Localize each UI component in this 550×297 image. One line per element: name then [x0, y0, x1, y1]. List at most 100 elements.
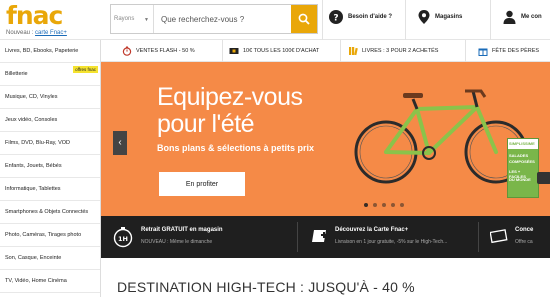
sidebar-item-label: TV, Vidéo, Home Cinéma: [5, 278, 67, 284]
bicycle-image: [354, 89, 528, 184]
services-bar: 1H Retrait GRATUIT en magasin NOUVEAU : …: [101, 216, 550, 258]
category-sidebar: Livres, BD, Ebooks, Papeterie Billetteri…: [0, 40, 101, 297]
site-header: fnac Nouveau : carte Fnac+ Rayons ▼ ? Be…: [0, 0, 550, 40]
hero-title-line: Equipez-vous: [157, 83, 303, 111]
header-divider: [322, 0, 323, 40]
header-divider: [405, 0, 406, 40]
sidebar-item-label: Photo, Caméras, Tirages photo: [5, 232, 82, 238]
en-profiter-button[interactable]: En profiter: [159, 172, 245, 196]
service-title: Découvrez la Carte Fnac+: [335, 227, 409, 233]
voucher-icon: [229, 48, 239, 54]
hero-title: Equipez-vous pour l'été: [157, 83, 303, 138]
sidebar-item-smartphones[interactable]: Smartphones & Objets Connectés: [0, 201, 100, 224]
ticket-icon: [490, 229, 508, 244]
carousel-dot[interactable]: [382, 203, 386, 207]
sidebar-item-label: Livres, BD, Ebooks, Papeterie: [5, 48, 79, 54]
help-icon: ?: [329, 10, 343, 24]
carousel-prev-button[interactable]: ‹: [113, 131, 127, 155]
promo-divider: [340, 40, 341, 62]
logo-wordmark: fnac: [6, 1, 63, 30]
offers-badge[interactable]: offres fnac: [73, 66, 98, 73]
svg-text:?: ?: [333, 14, 338, 24]
promo-flash-sales[interactable]: VENTES FLASH - 50 %: [122, 40, 195, 62]
book-text: SIMPLISSIME: [509, 141, 535, 146]
promo-label: VENTES FLASH - 50 %: [136, 48, 195, 54]
service-divider: [297, 222, 298, 252]
search-icon: [298, 13, 310, 25]
promo-fathers-day[interactable]: FÊTE DES PÈRES: [478, 40, 539, 62]
sidebar-item-label: Musique, CD, Vinyles: [5, 94, 58, 100]
hero-banner[interactable]: ‹ Equipez-vous pour l'été Bons plans & s…: [101, 62, 550, 216]
account-label: Me con: [521, 14, 542, 20]
user-icon: [503, 10, 516, 24]
account-link[interactable]: Me con: [503, 10, 542, 24]
promo-divider: [222, 40, 223, 62]
carousel-dot[interactable]: [391, 203, 395, 207]
promo-label: LIVRES : 3 POUR 2 ACHETÉS: [362, 48, 439, 54]
service-icon-text: 1H: [118, 235, 128, 243]
sidebar-item-tv[interactable]: TV, Vidéo, Home Cinéma: [0, 270, 100, 293]
sidebar-item-photo[interactable]: Photo, Caméras, Tirages photo: [0, 224, 100, 247]
sidebar-item-label: Son, Casque, Enceinte: [5, 255, 62, 261]
service-desc: Offre ca: [515, 239, 533, 245]
sidebar-item-label: Films, DVD, Blu-Ray, VOD: [5, 140, 70, 146]
service-title: Retrait GRATUIT en magasin: [141, 227, 223, 233]
help-link[interactable]: ? Besoin d'aide ?: [329, 10, 392, 24]
camera-image: [537, 172, 550, 184]
gift-icon: [478, 48, 488, 56]
books-icon: [349, 47, 358, 56]
sidebar-item-games[interactable]: Jeux vidéo, Consoles: [0, 109, 100, 132]
fnac-logo[interactable]: fnac Nouveau : carte Fnac+: [4, 1, 84, 39]
logo-sub-text: Nouveau :: [6, 30, 34, 36]
promo-label: FÊTE DES PÈRES: [492, 48, 540, 54]
carousel-dot[interactable]: [364, 203, 368, 207]
hero-title-line: pour l'été: [157, 110, 255, 138]
promo-divider: [465, 40, 466, 62]
search-category-select[interactable]: Rayons ▼: [111, 5, 153, 33]
service-desc: Livraison en 1 jour gratuite, -5% sur le…: [335, 239, 448, 245]
stopwatch-icon: [122, 46, 132, 56]
sidebar-item-films[interactable]: Films, DVD, Blu-Ray, VOD: [0, 132, 100, 155]
promo-label: 10€ TOUS LES 100€ D'ACHAT: [243, 48, 320, 54]
sidebar-item-label: Billetterie: [5, 71, 28, 77]
header-divider: [490, 0, 491, 40]
stores-label: Magasins: [435, 14, 463, 20]
sidebar-item-label: Informatique, Tablettes: [5, 186, 61, 192]
hero-subtitle: Bons plans & sélections à petits prix: [157, 143, 315, 153]
sidebar-item-books[interactable]: Livres, BD, Ebooks, Papeterie: [0, 40, 100, 63]
service-fnac-card[interactable]: Découvrez la Carte Fnac+ Livraison en 1 …: [299, 216, 477, 258]
sidebar-item-label: Smartphones & Objets Connectés: [5, 209, 89, 215]
carousel-dots: [364, 203, 404, 207]
cookbook-image: SIMPLISSIME SALADES COMPOSÉES LES + FACI…: [507, 138, 539, 198]
search-category-label: Rayons: [114, 16, 135, 22]
search-button[interactable]: [291, 5, 317, 33]
promo-voucher[interactable]: 10€ TOUS LES 100€ D'ACHAT: [229, 40, 319, 62]
sidebar-item-kids[interactable]: Enfants, Jouets, Bébés: [0, 155, 100, 178]
logo-subline: Nouveau : carte Fnac+: [6, 30, 67, 36]
book-band: SIMPLISSIME: [508, 139, 538, 149]
stores-link[interactable]: Magasins: [418, 10, 462, 24]
search-input[interactable]: [153, 5, 293, 33]
service-store-pickup[interactable]: 1H Retrait GRATUIT en magasin NOUVEAU : …: [101, 216, 296, 258]
help-label: Besoin d'aide ?: [348, 14, 393, 20]
book-text: DU MONDE: [509, 177, 531, 182]
map-pin-icon: [418, 10, 430, 24]
service-divider: [478, 222, 479, 252]
book-text: SALADES: [509, 153, 529, 158]
sidebar-item-sound[interactable]: Son, Casque, Enceinte: [0, 247, 100, 270]
clock-1h-icon: 1H: [113, 227, 133, 248]
sidebar-item-music[interactable]: Musique, CD, Vinyles: [0, 86, 100, 109]
sidebar-item-label: Enfants, Jouets, Bébés: [5, 163, 62, 169]
sidebar-item-tickets[interactable]: Billetterie offres fnac: [0, 63, 100, 86]
carousel-dot[interactable]: [400, 203, 404, 207]
service-title: Conce: [515, 227, 534, 233]
sidebar-item-computing[interactable]: Informatique, Tablettes: [0, 178, 100, 201]
carousel-dot[interactable]: [373, 203, 377, 207]
search-bar: Rayons ▼: [110, 4, 318, 34]
promo-books[interactable]: LIVRES : 3 POUR 2 ACHETÉS: [348, 40, 438, 62]
service-desc: NOUVEAU : Même le dimanche: [141, 239, 213, 245]
service-concierge[interactable]: Conce Offre ca: [480, 216, 550, 258]
carte-fnac-link[interactable]: carte Fnac+: [35, 30, 67, 36]
card-plus-icon: [312, 230, 327, 242]
sidebar-item-label: Jeux vidéo, Consoles: [5, 117, 58, 123]
